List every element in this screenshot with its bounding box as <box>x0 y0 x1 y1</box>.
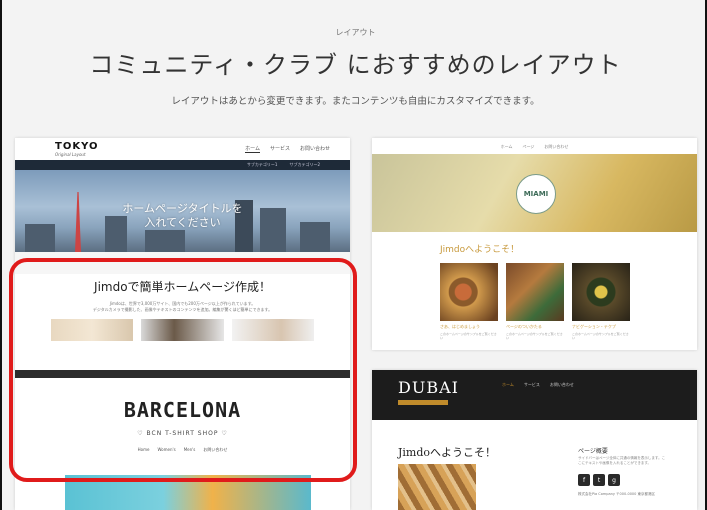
dubai-social-icons: f t g <box>578 474 620 486</box>
miami-nav-item: ページ <box>522 144 535 149</box>
dubai-side-title: ページ概要 <box>578 448 608 455</box>
dubai-photo <box>398 464 476 510</box>
dubai-side-info: 株式会社Pia Company 〒000-0000 東京都港区 <box>578 492 655 496</box>
tokyo-nav: ホーム サービス お問い合わせ <box>245 145 330 153</box>
miami-welcome: Jimdoへようこそ！ <box>440 245 520 255</box>
dubai-nav-item: ホーム <box>502 382 514 387</box>
tokyo-logo: TOKYO <box>55 141 99 152</box>
highlight-box <box>9 258 357 482</box>
layout-card-miami[interactable]: ホーム ページ お問い合わせ MIAMI Jimdoへようこそ！ さあ、はじめま… <box>372 138 697 350</box>
tokyo-subnav: サブカテゴリー1 サブカテゴリー2 <box>15 160 350 170</box>
miami-nav-item: お問い合わせ <box>544 144 569 149</box>
google-icon: g <box>608 474 620 486</box>
dubai-nav: ホーム サービス お問い合わせ <box>502 382 574 388</box>
dubai-nav-item: サービス <box>523 382 540 387</box>
miami-nav: ホーム ページ お問い合わせ <box>372 138 697 154</box>
dubai-nav-item: お問い合わせ <box>549 382 574 387</box>
miami-dish-list: さあ、はじめましょう このホームページのサンプルをご覧ください ページのついかた… <box>440 263 697 340</box>
tokyo-hero-text: ホームページタイトルを 入れてください <box>122 202 243 229</box>
page-frame: レイアウト コミュニティ・クラブ におすすめのレイアウト レイアウトはあとから変… <box>0 0 707 510</box>
list-item: さあ、はじめましょう このホームページのサンプルをご覧ください <box>440 263 498 340</box>
tokyo-nav-item: お問い合わせ <box>299 146 330 152</box>
facebook-icon: f <box>578 474 590 486</box>
dubai-welcome: Jimdoへようこそ！ <box>398 446 497 459</box>
list-item: ページのついかたる このホームページのサンプルをご覧ください <box>506 263 564 340</box>
twitter-icon: t <box>593 474 605 486</box>
tokyo-header: TOKYO Original Layout ホーム サービス お問い合わせ <box>15 138 350 160</box>
dubai-header: DUBAI ホーム サービス お問い合わせ <box>372 370 697 420</box>
tokyo-nav-item: ホーム <box>245 146 260 153</box>
dubai-logo: DUBAI <box>398 378 459 397</box>
dish-image <box>506 263 564 321</box>
tokyo-subnav-item: サブカテゴリー1 <box>246 162 278 167</box>
tokyo-nav-item: サービス <box>269 146 290 152</box>
layout-card-dubai[interactable]: DUBAI ホーム サービス お問い合わせ Jimdoへようこそ！ ページ概要 … <box>372 370 697 510</box>
page-lead: レイアウトはあとから変更できます。またコンテンツも自由にカスタマイズできます。 <box>171 96 540 107</box>
miami-nav-item: ホーム <box>500 144 513 149</box>
tokyo-hero-image: ホームページタイトルを 入れてください <box>15 170 350 252</box>
tokyo-logo-sub: Original Layout <box>55 152 86 157</box>
page-title: コミュニティ・クラブ におすすめのレイアウト <box>89 51 622 79</box>
page-kicker: レイアウト <box>335 28 376 37</box>
tokyo-subnav-item: サブカテゴリー2 <box>289 162 320 167</box>
dubai-side-text: サイドバーはページ全体に共通の情報を表示します。ここにテキストや画像を入れること… <box>578 456 666 465</box>
list-item: ナビゲーション・テクプ このホームページのサンプルをご覧ください <box>572 263 630 340</box>
miami-hero-image: MIAMI <box>372 154 697 232</box>
dish-image <box>572 263 630 321</box>
miami-logo-badge: MIAMI <box>516 174 556 214</box>
dish-image <box>440 263 498 321</box>
